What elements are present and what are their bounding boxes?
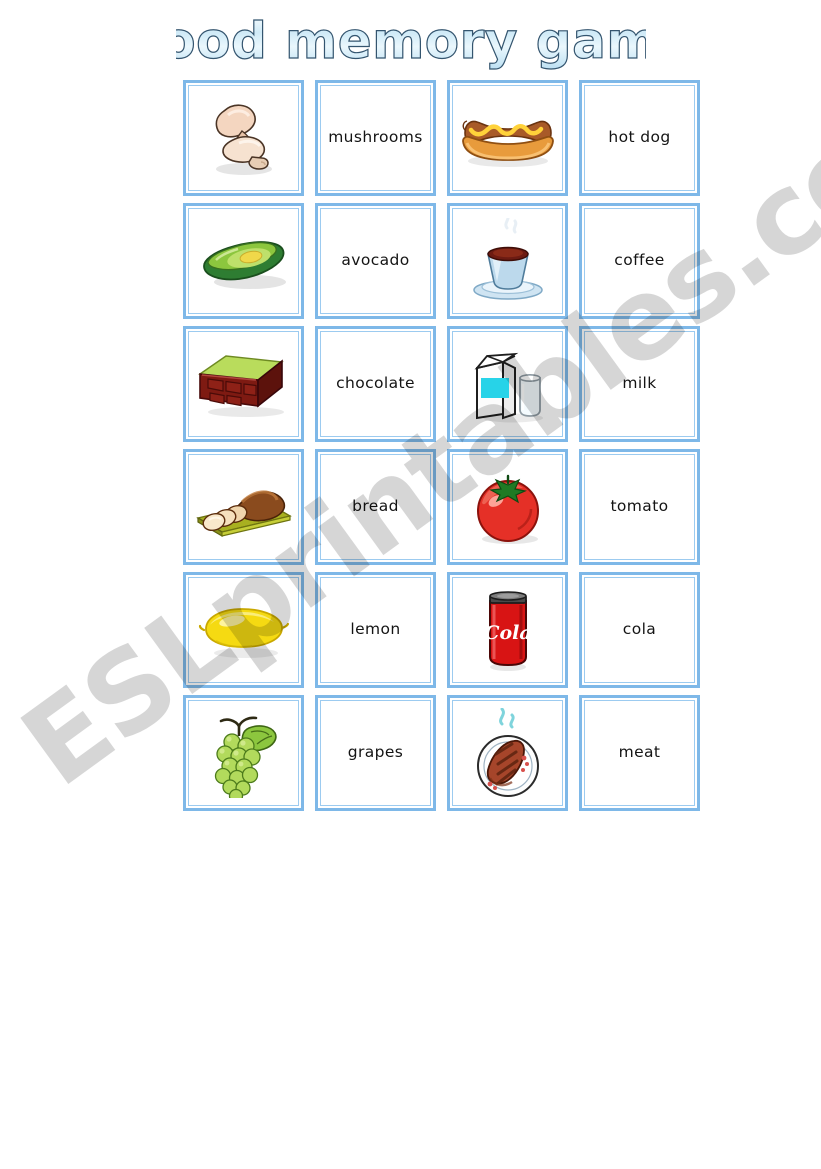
memory-card-face: tomato	[584, 454, 695, 560]
cola-icon: Cola	[484, 591, 531, 671]
memory-card-label: coffee	[614, 251, 665, 270]
memory-card[interactable]: grapes	[315, 695, 436, 811]
memory-card-face	[452, 85, 563, 191]
memory-card-label: avocado	[341, 251, 410, 270]
memory-card-face	[188, 208, 299, 314]
grapes-icon	[214, 716, 277, 798]
title-wordart: Food memory game	[176, 11, 646, 70]
memory-card-face	[188, 577, 299, 683]
memory-card[interactable]	[447, 203, 568, 319]
memory-card-face: bread	[320, 454, 431, 560]
memory-card[interactable]: meat	[579, 695, 700, 811]
memory-card[interactable]: milk	[579, 326, 700, 442]
cola-can-label: Cola	[484, 622, 531, 644]
memory-card[interactable]	[183, 572, 304, 688]
memory-card[interactable]	[183, 203, 304, 319]
memory-card[interactable]	[447, 449, 568, 565]
memory-card-face	[452, 454, 563, 560]
memory-card-face: chocolate	[320, 331, 431, 437]
memory-card-face: milk	[584, 331, 695, 437]
memory-card[interactable]: chocolate	[315, 326, 436, 442]
memory-card-face: meat	[584, 700, 695, 806]
memory-card-face: Cola	[452, 577, 563, 683]
memory-card[interactable]	[447, 326, 568, 442]
memory-card-face: avocado	[320, 208, 431, 314]
memory-card-face: coffee	[584, 208, 695, 314]
memory-card[interactable]: tomato	[579, 449, 700, 565]
memory-card-face	[188, 700, 299, 806]
memory-card-label: grapes	[347, 743, 404, 762]
memory-card-face: grapes	[320, 700, 431, 806]
memory-card-face: mushrooms	[320, 85, 431, 191]
page-title: Food memory game	[0, 6, 821, 78]
memory-card[interactable]: coffee	[579, 203, 700, 319]
memory-card-face	[452, 331, 563, 437]
memory-card[interactable]: lemon	[315, 572, 436, 688]
memory-card-label: chocolate	[336, 374, 415, 393]
mushrooms-icon	[215, 104, 272, 175]
memory-card-face	[188, 454, 299, 560]
avocado-icon	[202, 241, 286, 289]
lemon-icon	[198, 608, 289, 658]
memory-card[interactable]	[183, 80, 304, 196]
memory-card[interactable]: avocado	[315, 203, 436, 319]
memory-card[interactable]: mushrooms	[315, 80, 436, 196]
memory-card[interactable]: hot dog	[579, 80, 700, 196]
memory-card[interactable]: Cola	[447, 572, 568, 688]
milk-icon	[474, 352, 543, 423]
memory-card-face	[452, 700, 563, 806]
memory-card-label: hot dog	[608, 128, 671, 147]
memory-card-label: meat	[618, 743, 661, 762]
title-label: Food memory game	[176, 12, 646, 70]
memory-card-label: bread	[352, 497, 399, 516]
memory-card-face	[452, 208, 563, 314]
memory-card-face	[188, 85, 299, 191]
hot-dog-icon	[461, 120, 554, 167]
meat-icon	[476, 708, 539, 797]
memory-card-face: lemon	[320, 577, 431, 683]
memory-card[interactable]	[447, 80, 568, 196]
bread-icon	[195, 490, 292, 538]
memory-card-label: lemon	[350, 620, 401, 639]
memory-card-label: cola	[622, 620, 657, 639]
memory-card-label: mushrooms	[328, 128, 423, 147]
memory-card-label: milk	[622, 374, 657, 393]
memory-card[interactable]: bread	[315, 449, 436, 565]
memory-card-face: cola	[584, 577, 695, 683]
memory-card[interactable]	[183, 695, 304, 811]
chocolate-icon	[197, 355, 284, 417]
coffee-icon	[472, 218, 543, 300]
memory-card-face	[188, 331, 299, 437]
memory-card[interactable]	[183, 326, 304, 442]
memory-card-grid: mushrooms hot dog avocado coffee chocola…	[183, 80, 701, 811]
memory-card-label: tomato	[610, 497, 669, 516]
memory-card[interactable]	[183, 449, 304, 565]
memory-card[interactable]: cola	[579, 572, 700, 688]
memory-card[interactable]	[447, 695, 568, 811]
memory-card-face: hot dog	[584, 85, 695, 191]
tomato-icon	[476, 474, 539, 544]
